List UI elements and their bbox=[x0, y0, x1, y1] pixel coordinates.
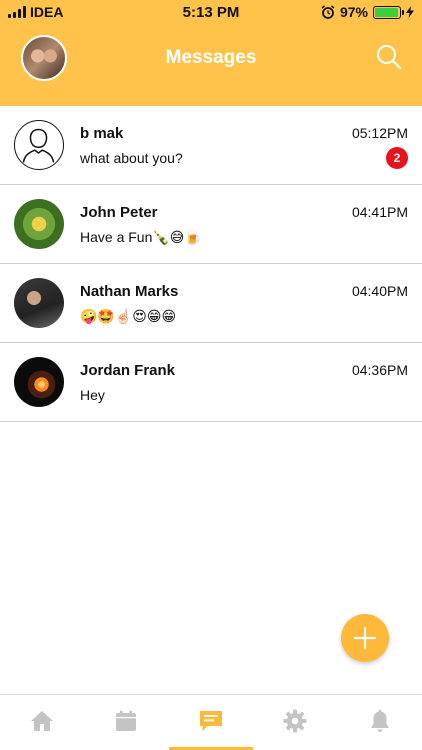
message-time: 04:41PM bbox=[351, 204, 408, 220]
tab-notifications[interactable] bbox=[338, 695, 422, 750]
tab-home[interactable] bbox=[0, 695, 84, 750]
contact-avatar bbox=[14, 357, 64, 407]
contact-name: John Peter bbox=[80, 204, 158, 221]
status-bar: IDEA 5:13 PM 97% bbox=[0, 0, 422, 26]
message-preview: what about you? bbox=[80, 150, 183, 166]
search-icon[interactable] bbox=[376, 44, 402, 70]
conversation-item[interactable]: Jordan Frank 04:36PM Hey bbox=[0, 343, 422, 422]
contact-name: Jordan Frank bbox=[80, 362, 176, 379]
default-person-icon bbox=[14, 120, 64, 170]
home-icon bbox=[31, 711, 53, 731]
battery-percent: 97% bbox=[339, 4, 368, 20]
tab-bar bbox=[0, 694, 422, 750]
unread-badge: 2 bbox=[386, 147, 408, 169]
message-time: 04:36PM bbox=[351, 362, 408, 378]
message-preview: Hey bbox=[80, 387, 105, 403]
status-right: 97% bbox=[321, 4, 414, 20]
tab-calendar[interactable] bbox=[84, 695, 168, 750]
contact-name: Nathan Marks bbox=[80, 283, 179, 300]
new-message-button[interactable] bbox=[341, 614, 389, 662]
message-time: 05:12PM bbox=[351, 125, 408, 141]
tab-settings[interactable] bbox=[253, 695, 337, 750]
tab-messages[interactable] bbox=[169, 695, 253, 750]
message-time: 04:40PM bbox=[351, 283, 408, 299]
message-preview: 🤪🤩☝🏻😍😁😁 bbox=[80, 308, 177, 324]
contact-name: b mak bbox=[80, 125, 124, 142]
battery-icon bbox=[373, 5, 404, 19]
conversation-item[interactable]: John Peter 04:41PM Have a Fun🍾😅🍺 bbox=[0, 185, 422, 264]
battery-fill bbox=[375, 7, 399, 17]
bell-icon bbox=[371, 709, 389, 732]
calendar-icon bbox=[116, 710, 136, 731]
message-preview: Have a Fun🍾😅🍺 bbox=[80, 229, 202, 245]
gear-icon bbox=[283, 709, 307, 733]
header: IDEA 5:13 PM 97% Messages bbox=[0, 0, 422, 106]
conversation-item[interactable]: Nathan Marks 04:40PM 🤪🤩☝🏻😍😁😁 bbox=[0, 264, 422, 343]
contact-avatar bbox=[14, 199, 64, 249]
nav-bar: Messages bbox=[0, 26, 422, 106]
charging-bolt-icon bbox=[406, 6, 414, 18]
contact-avatar bbox=[14, 278, 64, 328]
conversation-item[interactable]: b mak 05:12PM what about you? 2 bbox=[0, 106, 422, 185]
page-title: Messages bbox=[165, 47, 257, 68]
plus-icon bbox=[353, 626, 377, 650]
conversation-list: b mak 05:12PM what about you? 2 John Pet… bbox=[0, 106, 422, 422]
alarm-icon bbox=[321, 5, 335, 19]
chat-icon bbox=[200, 711, 222, 731]
